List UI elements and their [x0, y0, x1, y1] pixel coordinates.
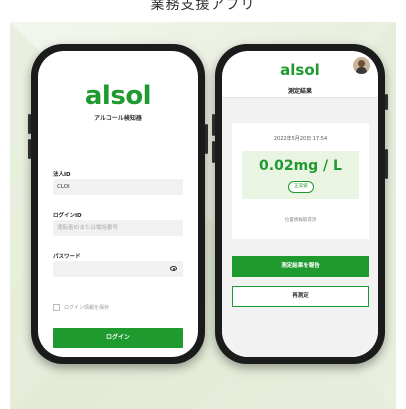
login-button[interactable]: ログイン	[53, 328, 183, 348]
report-result-button[interactable]: 測定結果を報告	[232, 256, 369, 277]
avatar-head	[358, 60, 365, 67]
phone-side-button	[385, 149, 388, 179]
company-id-field[interactable]: CLOI	[53, 179, 183, 195]
result-card: 2022年5月20日 17:54 0.02mg / L 正常値 位置情報取得済	[232, 123, 369, 239]
company-id-label: 法人ID	[53, 172, 71, 178]
phone-side-button	[385, 94, 388, 110]
checkbox-icon[interactable]	[53, 304, 60, 311]
location-status: 位置情報取得済	[284, 218, 317, 223]
value-panel: 0.02mg / L 正常値	[242, 151, 359, 199]
page-title: 測定結果	[287, 88, 312, 95]
show-password-icon[interactable]	[170, 266, 177, 271]
result-phone: alsol 測定結果 2022年5月20日 17:54 0.02mg / L 正…	[212, 44, 388, 364]
remember-login-label: ログイン情報を保存	[64, 305, 110, 311]
status-badge: 正常値	[288, 181, 314, 193]
login-screen: alsol アルコール検知器 法人ID CLOI ログインID 運転者IDまたは…	[38, 51, 198, 357]
alsol-logo: alsol	[84, 81, 152, 111]
logo-subtitle: アルコール検知器	[94, 115, 142, 122]
avatar-body	[356, 67, 367, 74]
password-field[interactable]	[53, 261, 183, 277]
login-phone: alsol アルコール検知器 法人ID CLOI ログインID 運転者IDまたは…	[28, 44, 208, 364]
phone-side-button	[28, 114, 31, 134]
alcohol-value: 0.02mg / L	[259, 158, 342, 174]
phone-side-button	[212, 141, 215, 163]
phone-side-button	[205, 124, 208, 154]
login-id-label: ログインID	[53, 213, 82, 219]
login-id-field[interactable]: 運転者IDまたは電話番号	[53, 220, 183, 236]
page-caption: 業務支援アプリ	[150, 0, 256, 13]
remember-login-checkbox[interactable]: ログイン情報を保存	[53, 304, 109, 311]
header-divider	[222, 97, 378, 98]
measurement-datetime: 2022年5月20日 17:54	[273, 136, 328, 142]
phone-side-button	[212, 114, 215, 136]
password-label: パスワード	[53, 254, 81, 260]
phone-side-button	[28, 139, 31, 159]
result-screen: alsol 測定結果 2022年5月20日 17:54 0.02mg / L 正…	[222, 51, 378, 357]
remeasure-button[interactable]: 再測定	[232, 286, 369, 307]
user-avatar[interactable]	[353, 57, 370, 74]
